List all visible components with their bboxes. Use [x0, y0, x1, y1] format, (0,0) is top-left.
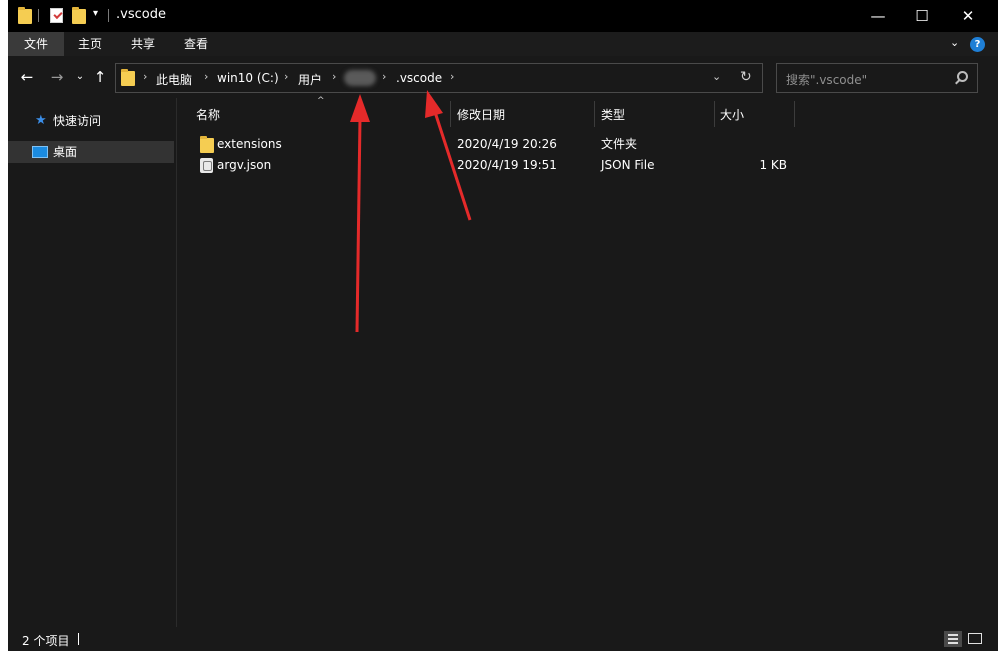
- window-title: .vscode: [116, 7, 166, 22]
- item-count: 2 个项目: [22, 634, 70, 648]
- breadcrumb-users[interactable]: 用户: [298, 71, 322, 88]
- maximize-button[interactable]: ☐: [898, 0, 946, 32]
- column-divider[interactable]: [714, 101, 715, 127]
- properties-icon[interactable]: [50, 8, 63, 23]
- new-folder-icon[interactable]: [72, 7, 86, 24]
- breadcrumb-chevron-icon[interactable]: ›: [204, 70, 208, 83]
- file-size: 1 KB: [759, 158, 787, 172]
- column-header-modified[interactable]: 修改日期: [457, 101, 505, 129]
- breadcrumb-this-pc[interactable]: 此电脑: [156, 71, 192, 88]
- nav-item-label: 快速访问: [53, 114, 102, 128]
- file-type: 文件夹: [601, 137, 638, 151]
- breadcrumb-vscode[interactable]: .vscode: [396, 71, 442, 85]
- desktop-icon: [32, 146, 48, 158]
- breadcrumb-chevron-icon[interactable]: ›: [450, 70, 454, 83]
- quick-access-divider: [38, 9, 39, 22]
- tab-view[interactable]: 查看: [171, 32, 221, 56]
- breadcrumb-chevron-icon[interactable]: ›: [382, 70, 386, 83]
- column-header-type[interactable]: 类型: [601, 101, 625, 129]
- column-divider[interactable]: [450, 101, 451, 127]
- tab-share[interactable]: 共享: [118, 32, 168, 56]
- close-button[interactable]: ✕: [944, 0, 992, 32]
- file-name[interactable]: argv.json: [217, 155, 271, 176]
- help-icon[interactable]: ?: [970, 37, 985, 52]
- address-bar[interactable]: › 此电脑 › win10 (C:) › 用户 › › .vscode › ⌄ …: [115, 63, 763, 93]
- column-header-size[interactable]: 大小: [720, 101, 744, 129]
- file-name[interactable]: extensions: [217, 134, 282, 155]
- redacted-username[interactable]: [344, 70, 376, 86]
- nav-item-quick-access[interactable]: ★ 快速访问: [8, 110, 174, 132]
- star-icon: ★: [35, 113, 47, 128]
- file-explorer-window: ▾ .vscode — ☐ ✕ 文件 主页 共享 查看 ⌄ ? ← → ⌄ ↑ …: [8, 0, 998, 651]
- customize-toolbar-chevron-icon[interactable]: ▾: [93, 8, 98, 19]
- navigation-pane[interactable]: ★ 快速访问 桌面: [8, 98, 177, 627]
- file-list[interactable]: 名称 ^ 修改日期 类型 大小 extensions 2020/4/19 20:…: [178, 96, 998, 627]
- breadcrumb-chevron-icon[interactable]: ›: [143, 70, 147, 83]
- expand-ribbon-chevron-icon[interactable]: ⌄: [950, 36, 959, 49]
- column-header-name[interactable]: 名称: [196, 101, 220, 129]
- breadcrumb-drive-c[interactable]: win10 (C:): [217, 71, 279, 85]
- address-row: ← → ⌄ ↑ › 此电脑 › win10 (C:) › 用户 › › .vsc…: [8, 56, 998, 98]
- title-bar: ▾ .vscode — ☐ ✕: [8, 0, 998, 32]
- folder-icon: [200, 136, 214, 153]
- file-modified: 2020/4/19 20:26: [457, 137, 557, 151]
- sort-ascending-icon: ^: [317, 96, 325, 106]
- status-bar: 2 个项目: [8, 627, 998, 651]
- nav-item-desktop[interactable]: 桌面: [8, 141, 174, 163]
- recent-locations-chevron-icon[interactable]: ⌄: [71, 71, 89, 82]
- details-view-button[interactable]: [944, 631, 962, 647]
- search-input[interactable]: 搜索".vscode": [786, 71, 867, 88]
- breadcrumb-chevron-icon[interactable]: ›: [284, 70, 288, 83]
- up-arrow-icon[interactable]: ↑: [91, 68, 109, 86]
- back-arrow-icon[interactable]: ←: [18, 68, 36, 86]
- json-file-icon: [200, 158, 213, 173]
- ribbon-tabs: 文件 主页 共享 查看 ⌄ ?: [8, 32, 998, 56]
- forward-arrow-icon[interactable]: →: [48, 68, 66, 86]
- status-divider: [78, 633, 79, 645]
- tab-file[interactable]: 文件: [8, 32, 64, 56]
- column-divider[interactable]: [594, 101, 595, 127]
- folder-icon: [18, 7, 32, 24]
- table-row[interactable]: argv.json 2020/4/19 19:51 JSON File 1 KB: [178, 155, 998, 176]
- title-divider: [108, 9, 109, 22]
- large-icons-view-button[interactable]: [966, 631, 984, 647]
- search-box[interactable]: 搜索".vscode": [776, 63, 978, 93]
- tab-home[interactable]: 主页: [64, 32, 116, 56]
- table-row[interactable]: extensions 2020/4/19 20:26 文件夹: [178, 134, 998, 155]
- breadcrumb-chevron-icon[interactable]: ›: [332, 70, 336, 83]
- location-folder-icon: [121, 69, 135, 86]
- refresh-icon[interactable]: ↻: [740, 69, 752, 85]
- file-modified: 2020/4/19 19:51: [457, 158, 557, 172]
- column-divider[interactable]: [794, 101, 795, 127]
- minimize-button[interactable]: —: [854, 0, 902, 32]
- nav-item-label: 桌面: [53, 145, 78, 159]
- search-icon: [957, 71, 968, 82]
- file-type: JSON File: [601, 158, 655, 172]
- address-dropdown-chevron-icon[interactable]: ⌄: [712, 70, 721, 83]
